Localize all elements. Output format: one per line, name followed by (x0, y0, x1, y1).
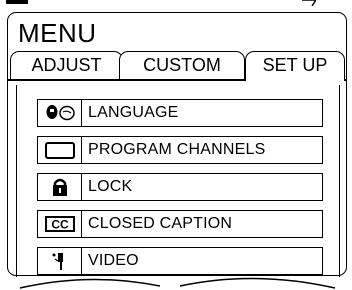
menu-title: MENU (18, 18, 97, 48)
bottom-frame-arc (19, 277, 336, 289)
menu-item-label: PROGRAM CHANNELS (88, 141, 266, 158)
tab-bar: ADJUST CUSTOM SET UP (8, 51, 346, 83)
tab-set-up[interactable]: SET UP (245, 51, 345, 81)
top-strip (0, 0, 352, 8)
top-mark (6, 0, 28, 4)
menu-item-label: CLOSED CAPTION (88, 215, 233, 232)
cc-icon: CC (38, 211, 82, 237)
tab-custom[interactable]: CUSTOM (119, 51, 245, 79)
tv-screen-icon (38, 137, 82, 163)
speech-language-icon (38, 100, 82, 126)
tab-adjust[interactable]: ADJUST (10, 51, 123, 79)
menu-item-language[interactable]: LANGUAGE (37, 99, 323, 127)
top-corner-mark (302, 0, 316, 6)
lock-icon (38, 174, 82, 200)
menu-item-label: LOCK (88, 178, 133, 195)
setup-panel: LANGUAGE PROGRAM CHANNELS LOCK CC CLOSED… (16, 85, 340, 277)
menu-item-closed-caption[interactable]: CC CLOSED CAPTION (37, 210, 323, 238)
menu-item-label: LANGUAGE (88, 104, 179, 121)
menu-window: MENU ADJUST CUSTOM SET UP LANGUAGE PROGR… (7, 12, 347, 277)
svg-text:CC: CC (51, 218, 69, 232)
menu-item-lock[interactable]: LOCK (37, 173, 323, 201)
menu-item-program-channels[interactable]: PROGRAM CHANNELS (37, 136, 323, 164)
